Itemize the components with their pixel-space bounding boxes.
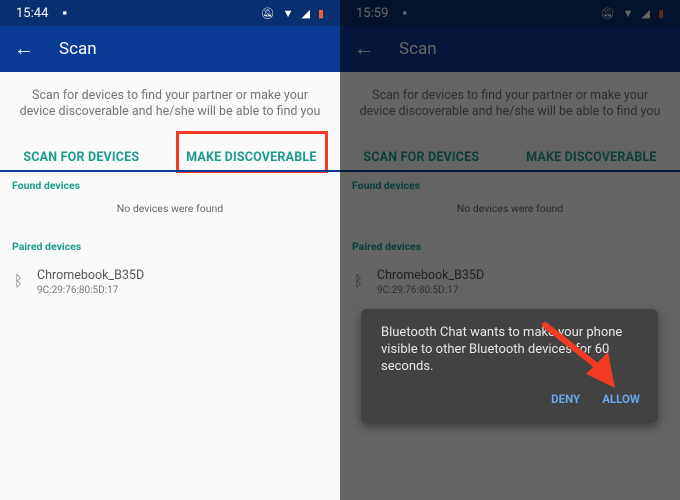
- scan-for-devices-button[interactable]: SCAN FOR DEVICES: [13, 142, 149, 173]
- page-title: Scan: [59, 38, 97, 59]
- bluetooth-icon: ᛒ: [14, 272, 24, 290]
- signal-icon: ◢: [301, 6, 310, 20]
- clock: 15:44: [16, 5, 49, 21]
- annotation-arrow-icon: [542, 322, 615, 388]
- screen-before: 15:44 ▪ 🔕︎ ▼ ◢ ▮ ← Scan Scan for devices to …: [0, 0, 340, 500]
- screen-after: 15:59▪ 🔕︎▼◢▮ ← Scan Scan for devices to …: [340, 0, 680, 500]
- paired-device-item[interactable]: ᛒ Chromebook_B35D 9C:29:76:80:5D:17: [14, 268, 144, 296]
- battery-icon: ▮: [317, 6, 324, 20]
- mute-icon: 🔕︎: [260, 6, 275, 20]
- highlight-box: [176, 130, 329, 173]
- paired-devices-header: Paired devices: [12, 240, 82, 253]
- no-devices-text: No devices were found: [116, 202, 224, 215]
- status-bar: 15:44 ▪ 🔕︎ ▼ ◢ ▮: [0, 0, 340, 26]
- device-name: Chromebook_B35D: [37, 268, 145, 283]
- found-devices-header: Found devices: [12, 179, 81, 192]
- wifi-icon: ▼: [282, 6, 294, 20]
- app-bar: ← Scan: [0, 26, 340, 72]
- intro-text: Scan for devices to find your partner or…: [19, 88, 321, 119]
- notification-icon: ▪: [62, 6, 67, 21]
- back-arrow-icon[interactable]: ←: [14, 36, 59, 61]
- divider: [0, 170, 340, 172]
- device-address: 9C:29:76:80:5D:17: [37, 285, 119, 296]
- make-discoverable-button[interactable]: MAKE DISCOVERABLE: [176, 130, 329, 173]
